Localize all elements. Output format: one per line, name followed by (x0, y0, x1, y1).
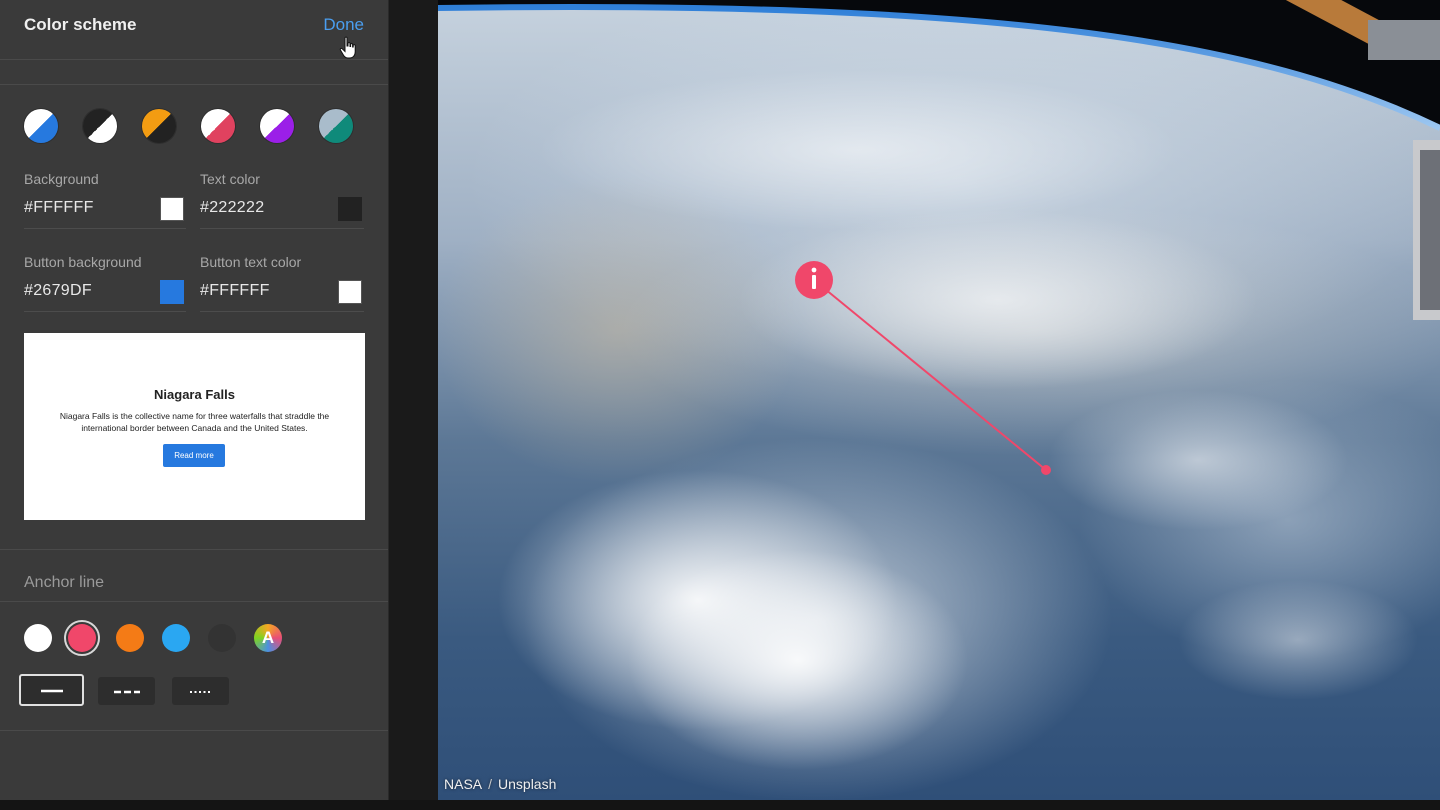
anchor-color-orange[interactable] (116, 624, 144, 652)
preview-body: Niagara Falls is the collective name for… (59, 411, 330, 433)
earth-scene (438, 0, 1440, 770)
preset-swatch-fill (142, 109, 176, 143)
preset-swatch-fill (201, 109, 235, 143)
divider (0, 730, 388, 731)
preview-read-more-button: Read more (163, 444, 225, 467)
earth-photo (438, 0, 1440, 800)
preset-swatch-blue-white[interactable] (24, 109, 58, 143)
text-color-label: Text color (200, 171, 260, 187)
anchor-line-title: Anchor line (24, 574, 105, 591)
button-background-value[interactable]: #2679DF (24, 282, 92, 300)
anchor-color-sky-blue[interactable] (162, 624, 190, 652)
hand-cursor-icon (339, 36, 356, 59)
info-icon (811, 267, 817, 273)
text-color-value[interactable]: #222222 (200, 199, 264, 217)
line-style-dotted-button[interactable] (172, 677, 229, 705)
background-color-chip[interactable] (160, 197, 184, 221)
done-button[interactable]: Done (323, 15, 364, 35)
preset-swatch-fill (24, 109, 58, 143)
background-field[interactable]: #FFFFFF (24, 192, 186, 229)
preview-title: Niagara Falls (154, 387, 235, 402)
preset-swatch-white-crimson[interactable] (201, 109, 235, 143)
preset-swatch-orange-black[interactable] (142, 109, 176, 143)
solid-line-icon (41, 689, 63, 693)
button-text-color-field[interactable]: #FFFFFF (200, 275, 364, 312)
anchor-color-charcoal[interactable] (208, 624, 236, 652)
divider (0, 601, 388, 602)
button-background-label: Button background (24, 254, 142, 270)
credit-source[interactable]: Unsplash (498, 776, 556, 792)
photo-credit: NASA / Unsplash (444, 776, 556, 792)
preview-card: Niagara Falls Niagara Falls is the colle… (24, 333, 365, 520)
anchor-color-pink[interactable] (68, 624, 96, 652)
button-background-field[interactable]: #2679DF (24, 275, 186, 312)
info-hotspot[interactable] (795, 261, 833, 299)
dashed-line-icon (114, 690, 140, 694)
preset-swatch-white-purple[interactable] (260, 109, 294, 143)
preset-swatch-fill (260, 109, 294, 143)
background-value[interactable]: #FFFFFF (24, 199, 94, 217)
line-style-solid-button[interactable] (19, 674, 84, 706)
credit-author[interactable]: NASA (444, 776, 482, 792)
line-style-dashed-button[interactable] (98, 677, 155, 705)
button-background-chip[interactable] (160, 280, 184, 304)
background-label: Background (24, 171, 99, 187)
anchor-color-auto-button[interactable]: A (254, 624, 282, 652)
preset-swatch-fill (83, 109, 117, 143)
panel-header: Color scheme Done (0, 0, 388, 60)
button-text-color-label: Button text color (200, 254, 302, 270)
preset-swatch-black-white[interactable] (83, 109, 117, 143)
panel-title: Color scheme (24, 15, 137, 34)
text-color-chip[interactable] (338, 197, 362, 221)
anchor-color-white[interactable] (24, 624, 52, 652)
text-color-field[interactable]: #222222 (200, 192, 364, 229)
button-text-color-value[interactable]: #FFFFFF (200, 282, 270, 300)
dotted-line-icon (190, 691, 212, 693)
divider (0, 549, 388, 550)
color-scheme-panel: Color scheme Done Background #FFFFFF Tex… (0, 0, 389, 800)
preset-swatch-grey-teal[interactable] (319, 109, 353, 143)
preset-swatch-fill (319, 109, 353, 143)
credit-separator: / (488, 776, 493, 792)
divider (0, 84, 388, 85)
bottom-bar (0, 800, 1440, 810)
button-text-color-chip[interactable] (338, 280, 362, 304)
